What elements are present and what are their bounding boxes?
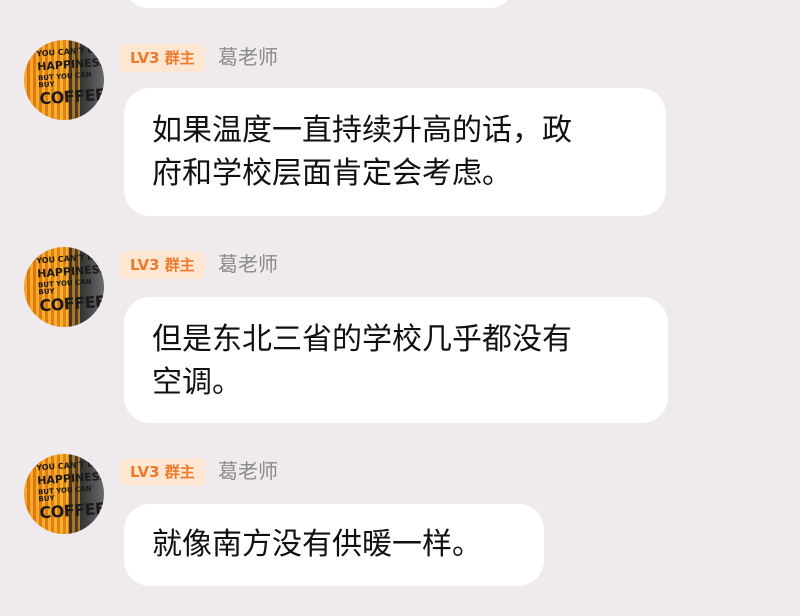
message-text: 但是东北三省的学校几乎都没有 空调。 (152, 322, 572, 400)
sender-name[interactable]: 葛老师 (218, 456, 278, 486)
avatar-logo-text: YOU CAN'T BUY HAPPINESS BUT YOU CAN BUY … (36, 251, 104, 316)
message-text: 如果温度一直持续升高的话，政 府和学校层面肯定会考虑。 (152, 113, 572, 191)
level-badge: LV3 群主 (120, 251, 205, 279)
message-bubble[interactable]: 如果温度一直持续升高的话，政 府和学校层面肯定会考虑。 (124, 88, 666, 216)
level-badge: LV3 群主 (120, 458, 205, 486)
message-bubble[interactable]: 就像南方没有供暖一样。 (124, 504, 544, 586)
avatar-logo-text: YOU CAN'T BUY HAPPINESS BUT YOU CAN BUY … (36, 44, 104, 109)
sender-name[interactable]: 葛老师 (218, 249, 278, 279)
sender-name[interactable]: 葛老师 (218, 42, 278, 72)
avatar[interactable]: YOU CAN'T BUY HAPPINESS BUT YOU CAN BUY … (24, 40, 104, 120)
level-badge: LV3 群主 (120, 44, 205, 72)
message-text: 就像南方没有供暖一样。 (152, 527, 482, 562)
message-bubble[interactable]: 但是东北三省的学校几乎都没有 空调。 (124, 297, 668, 423)
avatar[interactable]: YOU CAN'T BUY HAPPINESS BUT YOU CAN BUY … (24, 247, 104, 327)
avatar[interactable]: YOU CAN'T BUY HAPPINESS BUT YOU CAN BUY … (24, 454, 104, 534)
avatar-logo-text: YOU CAN'T BUY HAPPINESS BUT YOU CAN BUY … (36, 458, 104, 523)
previous-message-bubble[interactable] (124, 0, 514, 8)
